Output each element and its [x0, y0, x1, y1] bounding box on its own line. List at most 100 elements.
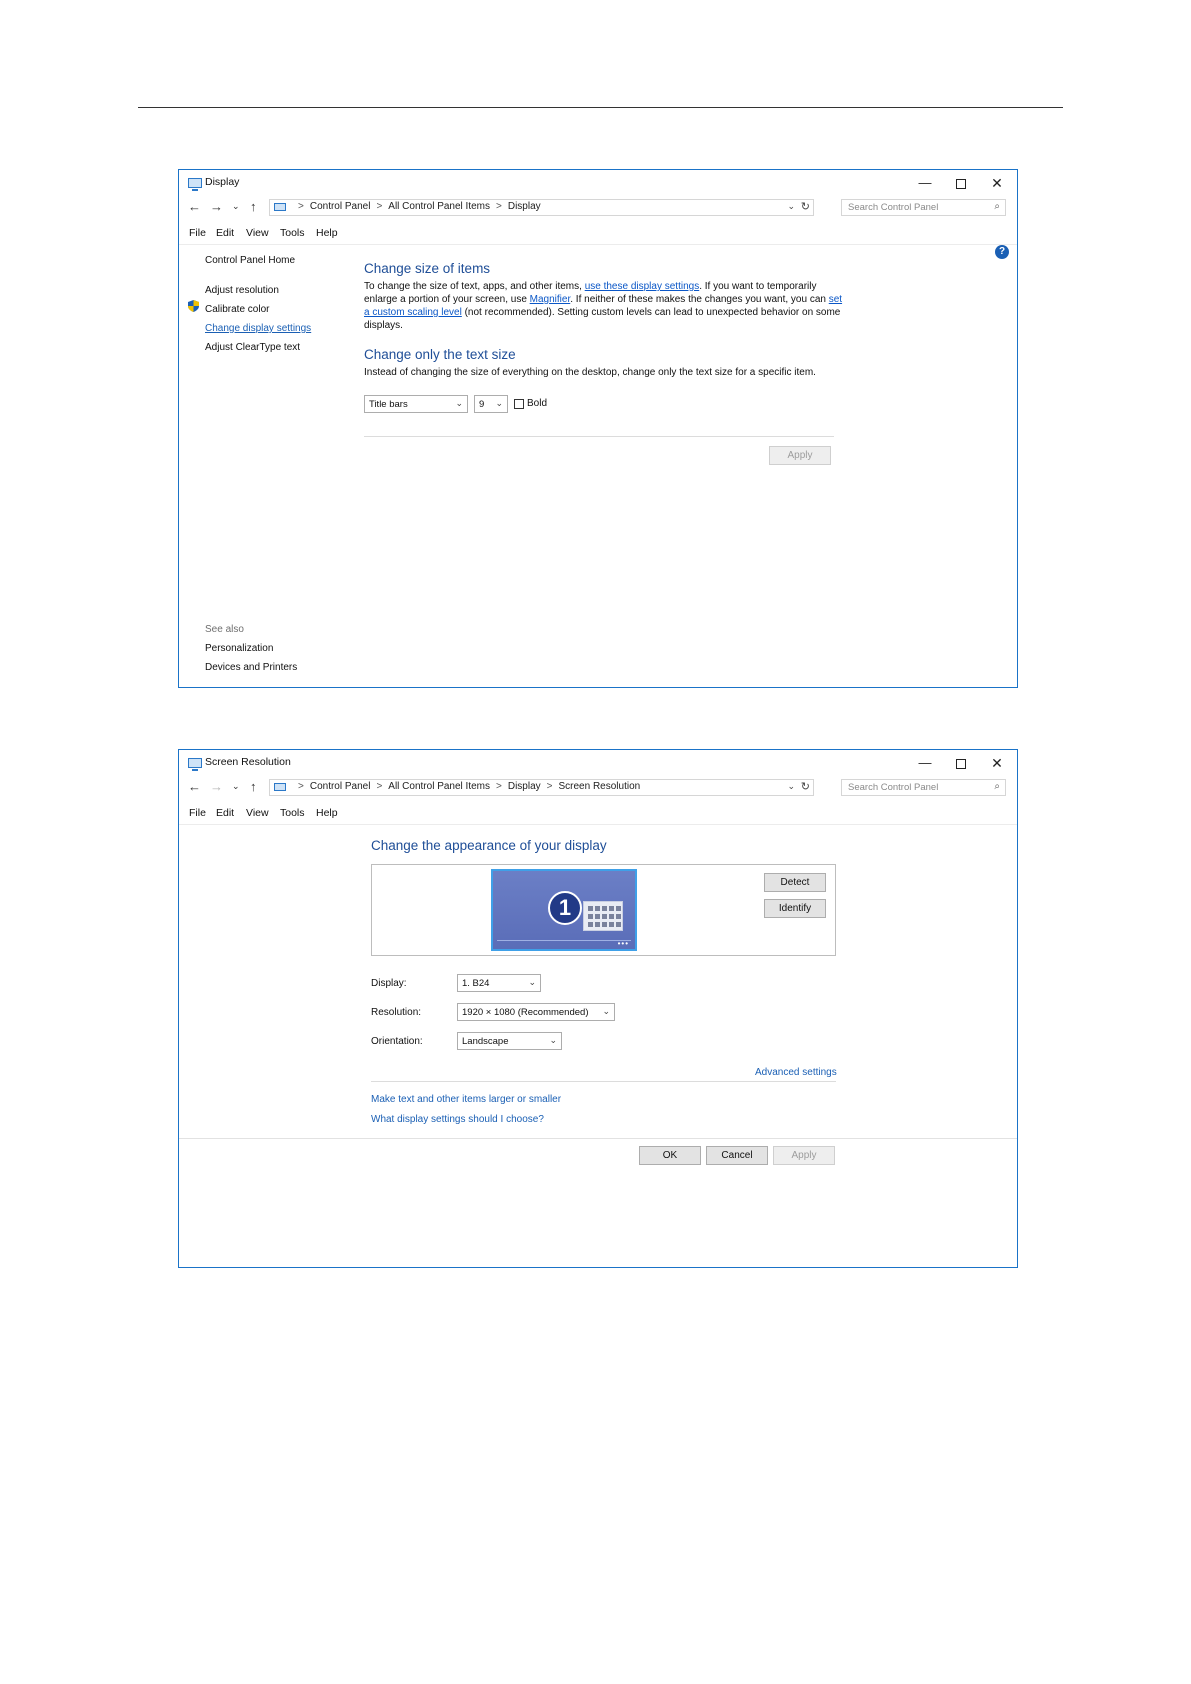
- search-icon[interactable]: ⌕: [994, 781, 1000, 792]
- menu-help[interactable]: Help: [316, 227, 338, 239]
- monitor-grid-icon: [583, 901, 623, 931]
- sidebar-adjust-cleartype[interactable]: Adjust ClearType text: [205, 342, 300, 353]
- menu-file[interactable]: File: [189, 227, 206, 239]
- search-icon[interactable]: ⌕: [994, 201, 1000, 212]
- close-icon[interactable]: ✕: [979, 172, 1015, 194]
- menu-bar: File Edit View Tools Help: [179, 222, 1017, 245]
- item-select-value: Title bars: [369, 399, 408, 410]
- breadcrumb-control-panel[interactable]: Control Panel: [310, 781, 371, 792]
- breadcrumb-separator: >: [546, 781, 553, 792]
- window-title: Screen Resolution: [205, 756, 291, 768]
- help-icon[interactable]: ?: [995, 245, 1009, 259]
- close-icon[interactable]: ✕: [979, 752, 1015, 774]
- screen-resolution-window: Screen Resolution — ✕ ← → ⌄ ↑ > Control P…: [178, 749, 1018, 1268]
- breadcrumb-separator: >: [496, 201, 502, 212]
- resolution-label: Resolution:: [371, 1007, 422, 1018]
- text-size-description: Instead of changing the size of everythi…: [364, 367, 816, 378]
- search-placeholder: Search Control Panel: [848, 782, 939, 793]
- menu-file[interactable]: File: [189, 807, 206, 819]
- chevron-down-icon: ⌄: [528, 977, 536, 987]
- chevron-down-icon[interactable]: ⌄: [787, 201, 795, 212]
- bold-checkbox[interactable]: [514, 399, 524, 409]
- menu-view[interactable]: View: [246, 807, 269, 819]
- which-settings-link[interactable]: What display settings should I choose?: [371, 1114, 544, 1125]
- up-arrow-icon[interactable]: ↑: [250, 779, 257, 794]
- menu-view[interactable]: View: [246, 227, 269, 239]
- forward-arrow-icon[interactable]: →: [210, 779, 223, 794]
- sidebar-control-panel-home[interactable]: Control Panel Home: [205, 255, 295, 266]
- advanced-settings-link[interactable]: Advanced settings: [755, 1067, 837, 1078]
- menu-tools[interactable]: Tools: [280, 807, 305, 819]
- display-settings-link[interactable]: use these display settings: [585, 281, 700, 292]
- resolution-select-value: 1920 × 1080 (Recommended): [462, 1007, 589, 1018]
- control-panel-icon: [274, 203, 286, 211]
- search-input[interactable]: Search Control Panel ⌕: [841, 199, 1006, 216]
- breadcrumb: > Control Panel > All Control Panel Items > D…: [292, 201, 541, 212]
- maximize-icon[interactable]: [943, 172, 979, 194]
- refresh-icon[interactable]: ↻: [801, 780, 810, 793]
- display-select[interactable]: 1. B24 ⌄: [457, 974, 541, 992]
- footer-divider: [179, 1138, 1017, 1139]
- sidebar-personalization[interactable]: Personalization: [205, 643, 273, 654]
- font-size-select[interactable]: 9 ⌄: [474, 395, 508, 413]
- apply-button[interactable]: Apply: [773, 1146, 835, 1165]
- resolution-select[interactable]: 1920 × 1080 (Recommended) ⌄: [457, 1003, 615, 1021]
- address-bar[interactable]: > Control Panel > All Control Panel Items > D…: [269, 779, 814, 796]
- make-text-larger-link[interactable]: Make text and other items larger or smal…: [371, 1094, 561, 1105]
- recent-locations-icon[interactable]: ⌄: [232, 781, 240, 792]
- search-placeholder: Search Control Panel: [848, 202, 939, 213]
- item-select[interactable]: Title bars ⌄: [364, 395, 468, 413]
- breadcrumb-control-panel[interactable]: Control Panel: [310, 201, 371, 212]
- orientation-select[interactable]: Landscape ⌄: [457, 1032, 562, 1050]
- font-size-value: 9: [479, 399, 485, 410]
- breadcrumb-all-items[interactable]: All Control Panel Items: [388, 781, 490, 792]
- display-select-value: 1. B24: [462, 978, 490, 989]
- orientation-label: Orientation:: [371, 1036, 423, 1047]
- menu-edit[interactable]: Edit: [216, 807, 234, 819]
- maximize-icon[interactable]: [943, 752, 979, 774]
- minimize-icon[interactable]: —: [907, 752, 943, 774]
- address-bar[interactable]: > Control Panel > All Control Panel Items > D…: [269, 199, 814, 216]
- menu-help[interactable]: Help: [316, 807, 338, 819]
- description-text: . If neither of these makes the changes …: [570, 294, 829, 305]
- cancel-button[interactable]: Cancel: [706, 1146, 768, 1165]
- control-panel-icon: [274, 783, 286, 791]
- breadcrumb-display[interactable]: Display: [508, 201, 541, 212]
- display-window-icon: [188, 178, 202, 191]
- menu-bar: File Edit View Tools Help: [179, 802, 1017, 825]
- forward-arrow-icon[interactable]: →: [210, 199, 223, 214]
- menu-edit[interactable]: Edit: [216, 227, 234, 239]
- orientation-select-value: Landscape: [462, 1036, 509, 1047]
- refresh-icon[interactable]: ↻: [801, 200, 810, 213]
- sidebar-devices-and-printers[interactable]: Devices and Printers: [205, 662, 297, 673]
- breadcrumb-separator: >: [376, 201, 383, 212]
- recent-locations-icon[interactable]: ⌄: [232, 201, 240, 212]
- sidebar-adjust-resolution[interactable]: Adjust resolution: [205, 285, 279, 296]
- up-arrow-icon[interactable]: ↑: [250, 199, 257, 214]
- sidebar-calibrate-color[interactable]: Calibrate color: [205, 304, 269, 315]
- back-arrow-icon[interactable]: ←: [188, 779, 201, 794]
- ok-button[interactable]: OK: [639, 1146, 701, 1165]
- title-bar[interactable]: Screen Resolution — ✕: [179, 750, 1017, 776]
- search-input[interactable]: Search Control Panel ⌕: [841, 779, 1006, 796]
- text-size-heading: Change only the text size: [364, 347, 516, 362]
- chevron-down-icon[interactable]: ⌄: [787, 781, 795, 792]
- identify-button[interactable]: Identify: [764, 899, 826, 918]
- detect-button[interactable]: Detect: [764, 873, 826, 892]
- title-bar[interactable]: Display — ✕: [179, 170, 1017, 196]
- monitor-1[interactable]: 1 •••: [491, 869, 637, 951]
- chevron-down-icon: ⌄: [549, 1035, 557, 1045]
- back-arrow-icon[interactable]: ←: [188, 199, 201, 214]
- breadcrumb-all-items[interactable]: All Control Panel Items: [388, 201, 490, 212]
- breadcrumb-separator: >: [298, 781, 304, 792]
- breadcrumb-screen-resolution[interactable]: Screen Resolution: [558, 781, 640, 792]
- divider: [364, 436, 834, 437]
- sidebar-change-display-settings[interactable]: Change display settings: [205, 323, 311, 334]
- change-size-heading: Change size of items: [364, 261, 491, 276]
- menu-tools[interactable]: Tools: [280, 227, 305, 239]
- magnifier-link[interactable]: Magnifier: [530, 294, 571, 305]
- breadcrumb-display[interactable]: Display: [508, 781, 541, 792]
- description-text: To change the size of text, apps, and ot…: [364, 281, 585, 292]
- minimize-icon[interactable]: —: [907, 172, 943, 194]
- apply-button[interactable]: Apply: [769, 446, 831, 465]
